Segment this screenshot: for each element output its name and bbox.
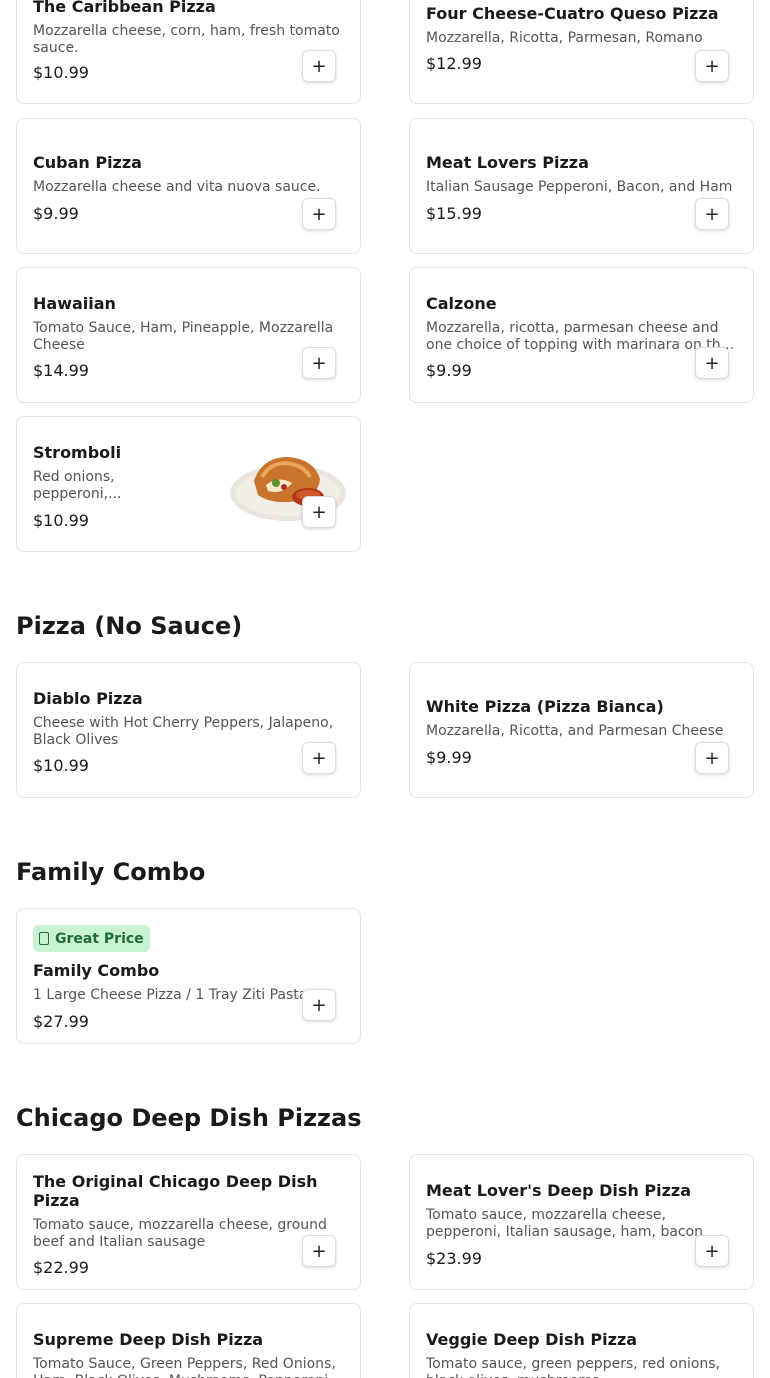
item-name: Cuban Pizza [33, 153, 142, 172]
add-to-cart-button[interactable]: + [695, 1235, 729, 1267]
add-to-cart-button[interactable]: + [302, 347, 336, 379]
item-name: The Original Chicago Deep Dish Pizza [33, 1172, 318, 1210]
item-name: Meat Lovers Pizza [426, 153, 589, 172]
item-description: Tomato sauce, mozzarella cheese, peppero… [426, 1207, 704, 1240]
item-price: $22.99 [33, 1258, 89, 1277]
add-to-cart-button[interactable]: + [302, 496, 336, 528]
menu-item-card[interactable]: Four Cheese-Cuatro Queso Pizza Mozzarell… [409, 0, 754, 104]
item-name: Supreme Deep Dish Pizza [33, 1330, 264, 1349]
menu-item-card[interactable]: Cuban Pizza Mozzarella cheese and vita n… [16, 118, 361, 254]
item-price: $10.99 [33, 63, 89, 82]
item-name: Meat Lover's Deep Dish Pizza [426, 1181, 692, 1200]
menu-item-card[interactable]: Veggie Deep Dish Pizza Tomato sauce, gre… [409, 1303, 754, 1378]
menu-item-card[interactable]: White Pizza (Pizza Bianca) Mozzarella, R… [409, 662, 754, 798]
item-description: Cheese with Hot Cherry Peppers, Jalapeno… [33, 715, 334, 748]
badge-label: Great Price [55, 930, 144, 947]
item-name: Diablo Pizza [33, 689, 143, 708]
section-title: Chicago Deep Dish Pizzas [16, 1104, 362, 1132]
item-description: Tomato sauce, green peppers, red onions,… [426, 1356, 721, 1378]
item-price: $10.99 [33, 756, 89, 775]
item-name: Hawaiian [33, 294, 116, 313]
add-to-cart-button[interactable]: + [695, 50, 729, 82]
menu-item-card[interactable]: Diablo Pizza Cheese with Hot Cherry Pepp… [16, 662, 361, 798]
tag-icon [39, 932, 49, 945]
item-price: $9.99 [426, 361, 472, 380]
item-price: $14.99 [33, 361, 89, 380]
item-description: Tomato sauce, mozzarella cheese, ground … [33, 1217, 327, 1250]
item-price: $9.99 [33, 204, 79, 223]
item-name: Four Cheese-Cuatro Queso Pizza [426, 4, 719, 23]
item-name: Family Combo [33, 961, 160, 980]
item-name: Calzone [426, 294, 497, 313]
item-name: Stromboli [33, 443, 122, 462]
item-name: The Caribbean Pizza [33, 0, 216, 16]
item-description: Tomato Sauce, Green Peppers, Red Onions,… [33, 1356, 336, 1378]
section-title: Pizza (No Sauce) [16, 612, 243, 640]
menu-item-card[interactable]: Meat Lovers Pizza Italian Sausage Pepper… [409, 118, 754, 254]
item-price: $10.99 [33, 511, 89, 530]
menu-item-card[interactable]: Meat Lover's Deep Dish Pizza Tomato sauc… [409, 1154, 754, 1290]
add-to-cart-button[interactable]: + [695, 347, 729, 379]
item-price: $27.99 [33, 1012, 89, 1031]
item-price: $12.99 [426, 54, 482, 73]
add-to-cart-button[interactable]: + [302, 1235, 336, 1267]
item-description: Mozzarella cheese and vita nuova sauce. [33, 179, 321, 195]
item-description: Red onions, pepperoni,... [33, 469, 122, 502]
item-price: $23.99 [426, 1249, 482, 1268]
item-price: $15.99 [426, 204, 482, 223]
item-description: Italian Sausage Pepperoni, Bacon, and Ha… [426, 179, 733, 195]
menu-item-card[interactable]: The Original Chicago Deep Dish Pizza Tom… [16, 1154, 361, 1290]
menu-item-card[interactable]: Stromboli Red onions, pepperoni,... $10.… [16, 416, 361, 552]
item-name: Veggie Deep Dish Pizza [426, 1330, 638, 1349]
item-price: $9.99 [426, 748, 472, 767]
great-price-badge: Great Price [33, 925, 150, 952]
section-title: Family Combo [16, 858, 206, 886]
item-description: Mozzarella, ricotta, parmesan cheese and… [426, 320, 735, 353]
menu-item-card[interactable]: Calzone Mozzarella, ricotta, parmesan ch… [409, 267, 754, 403]
add-to-cart-button[interactable]: + [695, 742, 729, 774]
menu-item-card[interactable]: The Caribbean Pizza Mozzarella cheese, c… [16, 0, 361, 104]
menu-item-card[interactable]: Hawaiian Tomato Sauce, Ham, Pineapple, M… [16, 267, 361, 403]
item-description: Mozzarella, Ricotta, and Parmesan Cheese [426, 723, 724, 739]
menu-item-card[interactable]: Great Price Family Combo 1 Large Cheese … [16, 908, 361, 1044]
add-to-cart-button[interactable]: + [695, 198, 729, 230]
item-description: Mozzarella, Ricotta, Parmesan, Romano [426, 30, 703, 46]
add-to-cart-button[interactable]: + [302, 989, 336, 1021]
item-description: Tomato Sauce, Ham, Pineapple, Mozzarella… [33, 320, 334, 353]
item-description: Mozzarella cheese, corn, ham, fresh toma… [33, 23, 340, 56]
add-to-cart-button[interactable]: + [302, 742, 336, 774]
add-to-cart-button[interactable]: + [302, 198, 336, 230]
item-name: White Pizza (Pizza Bianca) [426, 697, 664, 716]
menu-item-card[interactable]: Supreme Deep Dish Pizza Tomato Sauce, Gr… [16, 1303, 361, 1378]
add-to-cart-button[interactable]: + [302, 50, 336, 82]
